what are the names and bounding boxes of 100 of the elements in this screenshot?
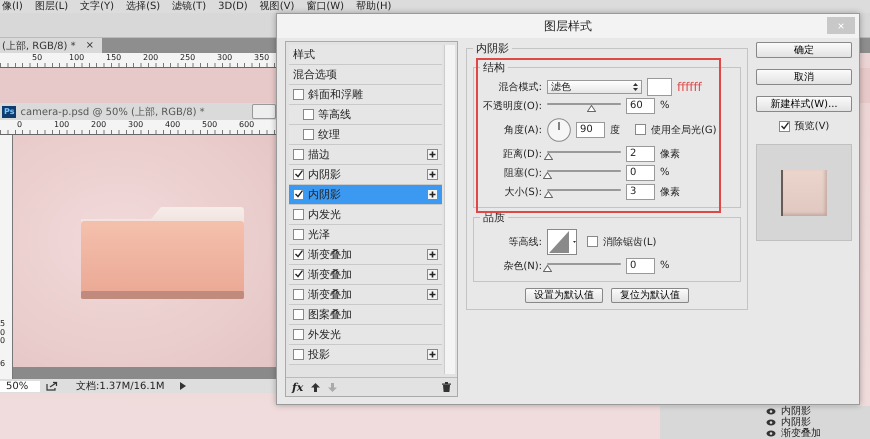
checkbox[interactable] — [293, 89, 304, 100]
value-field[interactable]: 0 — [626, 164, 655, 180]
document-size: 文档:1.37M/16.1M — [76, 380, 165, 393]
style-list-item[interactable]: 样式 — [289, 45, 442, 65]
style-list-item[interactable]: 纹理 — [289, 125, 442, 145]
style-list-item[interactable]: 描边 — [289, 145, 442, 165]
play-icon[interactable] — [180, 382, 186, 390]
unit-label: % — [660, 167, 670, 178]
style-list-item[interactable]: 内发光 — [289, 205, 442, 225]
ruler-label: 200 — [143, 53, 160, 64]
style-list-item[interactable]: 渐变叠加 — [289, 285, 442, 305]
style-list-item[interactable]: 内阴影 — [289, 165, 442, 185]
add-icon[interactable] — [427, 169, 438, 180]
style-list-item[interactable]: 光泽 — [289, 225, 442, 245]
preview-checkbox[interactable] — [778, 120, 790, 132]
menu-item[interactable]: 滤镜(T) — [172, 0, 206, 12]
style-list-item[interactable]: 等高线 — [289, 105, 442, 125]
checkbox[interactable] — [293, 329, 304, 340]
checkbox[interactable] — [293, 229, 304, 240]
menu-item[interactable]: 选择(S) — [126, 0, 160, 12]
layer-effect-name[interactable]: 内阴影 — [781, 406, 811, 417]
checkbox[interactable] — [293, 249, 304, 260]
style-list-item[interactable]: 渐变叠加 — [289, 265, 442, 285]
checkbox-label: 使用全局光(G) — [651, 124, 717, 136]
menu-item[interactable]: 视图(V) — [260, 0, 294, 12]
dialog-title: 图层样式 — [544, 18, 592, 34]
value-field[interactable]: 3 — [626, 184, 655, 200]
menu-item[interactable]: 像(I) — [2, 0, 23, 12]
checkbox[interactable] — [293, 169, 304, 180]
color-swatch[interactable] — [647, 78, 672, 96]
layer-effect-name[interactable]: 渐变叠加 — [781, 428, 821, 439]
checkbox[interactable] — [293, 149, 304, 160]
contour-picker[interactable] — [547, 228, 577, 254]
checkbox-label: 预览(V) — [794, 120, 830, 133]
eye-icon[interactable] — [766, 419, 776, 426]
default-button[interactable]: 设置为默认值 — [525, 288, 603, 303]
share-icon[interactable] — [46, 381, 58, 391]
checkbox[interactable] — [635, 124, 646, 135]
trash-icon[interactable] — [442, 382, 451, 392]
menu-item[interactable]: 窗口(W) — [306, 0, 344, 12]
zoom-level[interactable]: 50% — [0, 380, 40, 392]
style-list-item[interactable]: 渐变叠加 — [289, 245, 442, 265]
checkbox[interactable] — [293, 349, 304, 360]
menu-item[interactable]: 文字(Y) — [80, 0, 114, 12]
close-tab-button[interactable]: × — [86, 40, 94, 52]
minimize-button[interactable] — [252, 104, 276, 119]
slider-thumb[interactable] — [543, 172, 552, 178]
ruler-label: 150 — [106, 53, 122, 64]
style-list-item[interactable]: 图案叠加 — [289, 305, 442, 325]
dialog-button[interactable]: 新建样式(W)... — [756, 96, 852, 112]
checkbox[interactable] — [293, 189, 304, 200]
slider-thumb[interactable] — [543, 264, 552, 272]
preview-swatch — [781, 170, 827, 216]
checkbox[interactable] — [303, 109, 314, 120]
value-field[interactable]: 0 — [626, 258, 655, 274]
default-button[interactable]: 复位为默认值 — [611, 288, 689, 303]
checkbox-label: 消除锯齿(L) — [603, 236, 656, 248]
dialog-button[interactable]: 取消 — [756, 69, 852, 85]
style-list-item[interactable]: 外发光 — [289, 325, 442, 345]
value-field[interactable]: 2 — [626, 146, 655, 162]
eye-icon[interactable] — [766, 408, 776, 415]
annotation-text: ffffff — [677, 80, 702, 94]
style-list-item[interactable]: 内阴影 — [289, 185, 442, 205]
style-list-item[interactable]: 斜面和浮雕 — [289, 85, 442, 105]
checkbox[interactable] — [293, 269, 304, 280]
add-icon[interactable] — [427, 249, 438, 260]
document-tab[interactable]: (上部, RGB/8) * × — [0, 38, 102, 53]
add-icon[interactable] — [427, 349, 438, 360]
menu-item[interactable]: 图层(L) — [34, 0, 68, 12]
eye-icon[interactable] — [766, 430, 776, 437]
blend-mode-dropdown[interactable]: 滤色 — [547, 80, 642, 94]
add-icon[interactable] — [427, 289, 438, 300]
checkbox[interactable] — [293, 309, 304, 320]
slider-thumb[interactable] — [544, 152, 554, 160]
style-list-item[interactable]: 投影 — [289, 345, 442, 365]
unit-label: 像素 — [660, 186, 680, 198]
menu-item[interactable]: 帮助(H) — [356, 0, 392, 12]
scrollbar[interactable] — [444, 45, 455, 374]
dialog-button[interactable]: 确定 — [756, 42, 852, 58]
angle-dial[interactable] — [547, 118, 571, 142]
add-icon[interactable] — [427, 189, 438, 200]
checkbox[interactable] — [303, 129, 314, 140]
checkbox[interactable] — [293, 289, 304, 300]
value-field[interactable]: 60 — [626, 98, 655, 114]
value-field[interactable]: 90 — [576, 122, 605, 138]
ruler-label: 300 — [217, 53, 234, 64]
group-title: 结构 — [482, 60, 506, 75]
ruler-label: 600 — [239, 120, 256, 131]
ruler-label: 300 — [128, 120, 144, 131]
fx-menu-button[interactable]: fx — [292, 380, 304, 394]
checkbox[interactable] — [293, 209, 304, 220]
menu-item[interactable]: 3D(D) — [218, 0, 248, 12]
caret-icon — [633, 82, 638, 90]
slider-thumb[interactable] — [544, 190, 554, 198]
up-arrow-icon[interactable] — [311, 382, 320, 392]
add-icon[interactable] — [427, 269, 438, 280]
add-icon[interactable] — [427, 149, 438, 160]
layer-effect-name[interactable]: 内阴影 — [781, 417, 811, 428]
checkbox[interactable] — [587, 236, 598, 247]
style-list-item[interactable]: 混合选项 — [289, 65, 442, 85]
